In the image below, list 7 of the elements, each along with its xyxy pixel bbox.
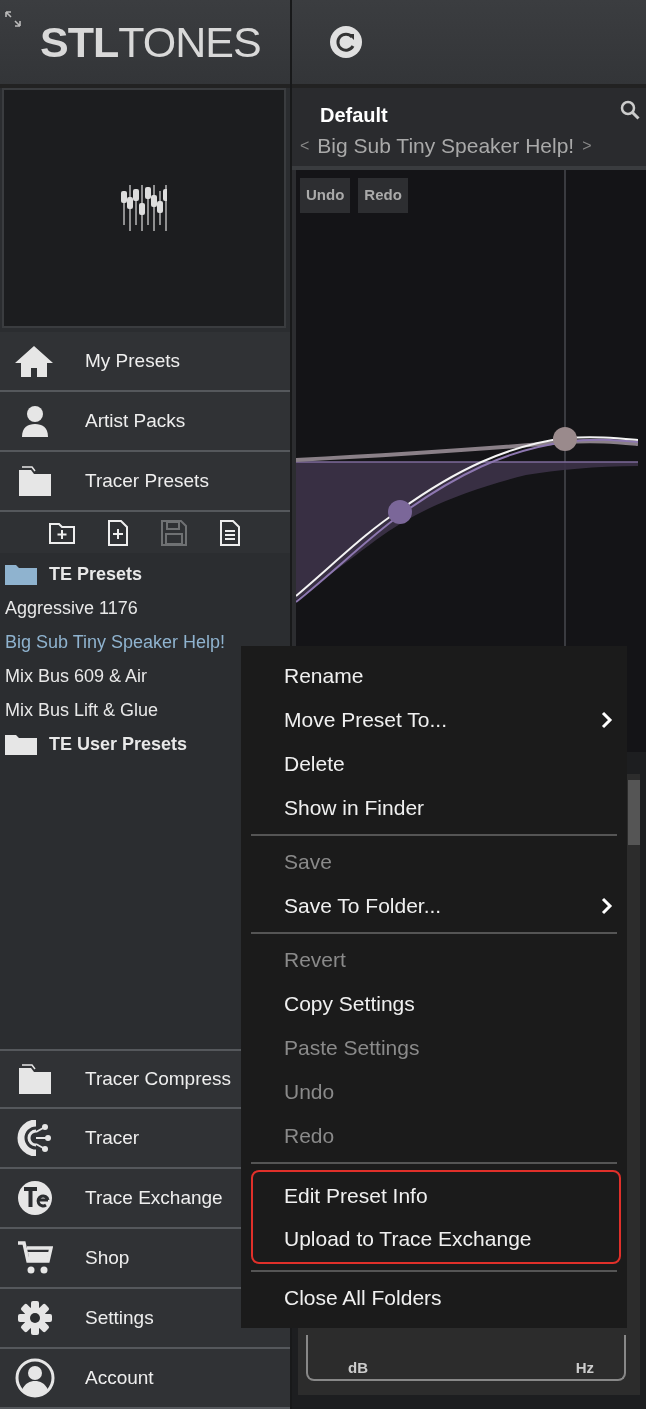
- menu-item: Save: [283, 849, 333, 876]
- unit-label: Hz: [575, 1357, 594, 1378]
- preset-name: Big Sub Tiny Speaker Help!: [317, 133, 575, 159]
- unit-label: dB: [348, 1357, 368, 1378]
- logo: STLTONES: [40, 16, 261, 68]
- bank-label: Default: [320, 103, 388, 128]
- menu-item: Revert: [283, 947, 347, 974]
